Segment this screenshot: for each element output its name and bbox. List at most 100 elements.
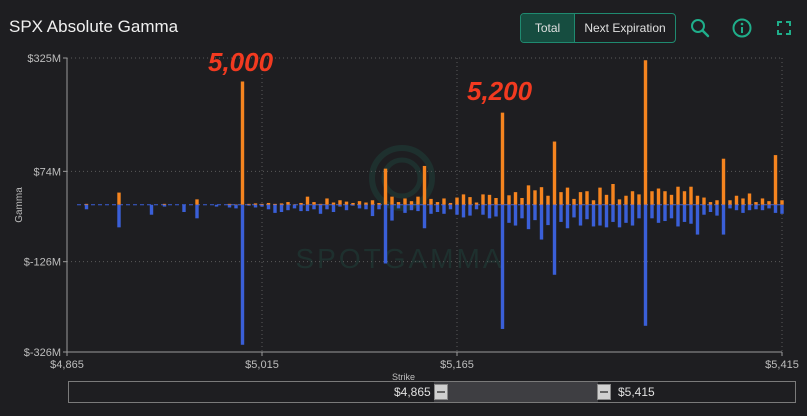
bar-negative (84, 204, 89, 210)
bar-negative (643, 204, 648, 326)
bar-negative (338, 204, 342, 207)
bar-positive (195, 199, 199, 205)
bar-negative (676, 204, 680, 227)
bar-negative (455, 204, 459, 215)
bar-negative (513, 204, 518, 226)
bar-positive (507, 195, 511, 205)
bar-negative (266, 204, 271, 210)
bar-positive (552, 141, 557, 205)
bar-negative (273, 204, 277, 213)
bar-negative (234, 204, 238, 209)
bar-positive (741, 198, 745, 205)
bar-negative (377, 204, 381, 210)
bar-negative (767, 204, 771, 209)
bar-negative (604, 204, 609, 228)
bar-negative (312, 204, 316, 210)
bar-positive (734, 195, 739, 205)
bar-positive (767, 201, 771, 205)
bar-positive (325, 198, 329, 205)
bar-positive (481, 194, 485, 205)
x-tick-label: $5,415 (765, 359, 799, 371)
bar-negative (526, 204, 531, 230)
bar-negative (702, 204, 706, 215)
strike-range-slider[interactable]: $4,865 $5,415 (68, 381, 796, 403)
bar-positive (442, 198, 446, 205)
bar-negative (253, 204, 258, 208)
bar-negative (468, 204, 472, 216)
range-min-handle[interactable] (434, 384, 448, 400)
bar-positive (578, 192, 583, 205)
bar-negative (747, 204, 752, 211)
bar-negative (227, 204, 232, 208)
bar-positive (279, 203, 284, 205)
bar-positive (429, 198, 433, 205)
range-max-handle[interactable] (597, 384, 611, 400)
bar-negative (390, 204, 394, 221)
bar-negative (695, 204, 700, 235)
bar-negative (715, 204, 719, 216)
bar-negative (637, 204, 641, 219)
x-tick-label: $5,015 (245, 359, 279, 371)
bar-negative (422, 204, 427, 229)
bar-negative (442, 204, 446, 214)
bar-negative (396, 204, 401, 209)
bar-positive (721, 158, 726, 205)
bar-positive (240, 81, 245, 205)
bar-positive (494, 198, 498, 205)
bar-positive (474, 202, 479, 205)
bar-positive (526, 185, 531, 205)
bar-positive (773, 155, 778, 205)
bar-negative (429, 204, 433, 214)
bar-positive (656, 188, 661, 205)
bar-positive (715, 200, 719, 205)
range-selection[interactable] (434, 382, 598, 402)
bar-positive (637, 194, 641, 205)
bar-positive (435, 202, 440, 205)
bar-positive (351, 202, 355, 205)
y-tick-label: $74M (33, 166, 61, 178)
bar-positive (84, 203, 89, 205)
bar-negative (247, 204, 251, 206)
bar-positive (708, 202, 713, 205)
bar-negative (546, 204, 550, 226)
bar-negative (773, 204, 778, 213)
bar-negative (630, 204, 635, 226)
bar-positive (338, 200, 342, 205)
bar-positive (500, 112, 505, 205)
bar-negative (539, 204, 544, 240)
bar-negative (656, 204, 661, 223)
bar-positive (409, 201, 414, 205)
bar-negative (565, 204, 570, 229)
bar-positive (624, 195, 628, 205)
bar-negative (461, 204, 466, 218)
bar-positive (312, 202, 316, 205)
bar-negative (260, 204, 264, 207)
bar-positive (572, 198, 576, 205)
bar-negative (494, 204, 498, 217)
bar-positive (559, 192, 563, 205)
bar-positive (669, 194, 674, 205)
bar-negative (299, 204, 303, 212)
bar-negative (435, 204, 440, 212)
bar-negative (474, 204, 479, 210)
bar-negative (370, 204, 375, 217)
bar-positive (273, 203, 277, 205)
bar-negative (559, 204, 563, 222)
bar-negative (357, 204, 362, 209)
bar-negative (305, 204, 310, 212)
bar-positive (598, 187, 602, 205)
bar-negative (682, 204, 687, 222)
bar-negative (780, 204, 784, 214)
gamma-chart: SPOTGAMMA $325M $74M $-126M $-326M$4,865 $5,… (14, 47, 799, 371)
bar-positive (390, 196, 394, 205)
bar-positive (754, 202, 758, 205)
y-axis-label: Gamma (14, 187, 25, 223)
bar-positive (565, 187, 570, 205)
bar-negative (481, 204, 485, 215)
bar-negative (117, 204, 121, 228)
bar-negative (286, 204, 290, 211)
bar-positive (643, 60, 648, 205)
bar-positive (487, 194, 492, 205)
bar-negative (182, 204, 186, 212)
bar-positive (682, 191, 687, 205)
